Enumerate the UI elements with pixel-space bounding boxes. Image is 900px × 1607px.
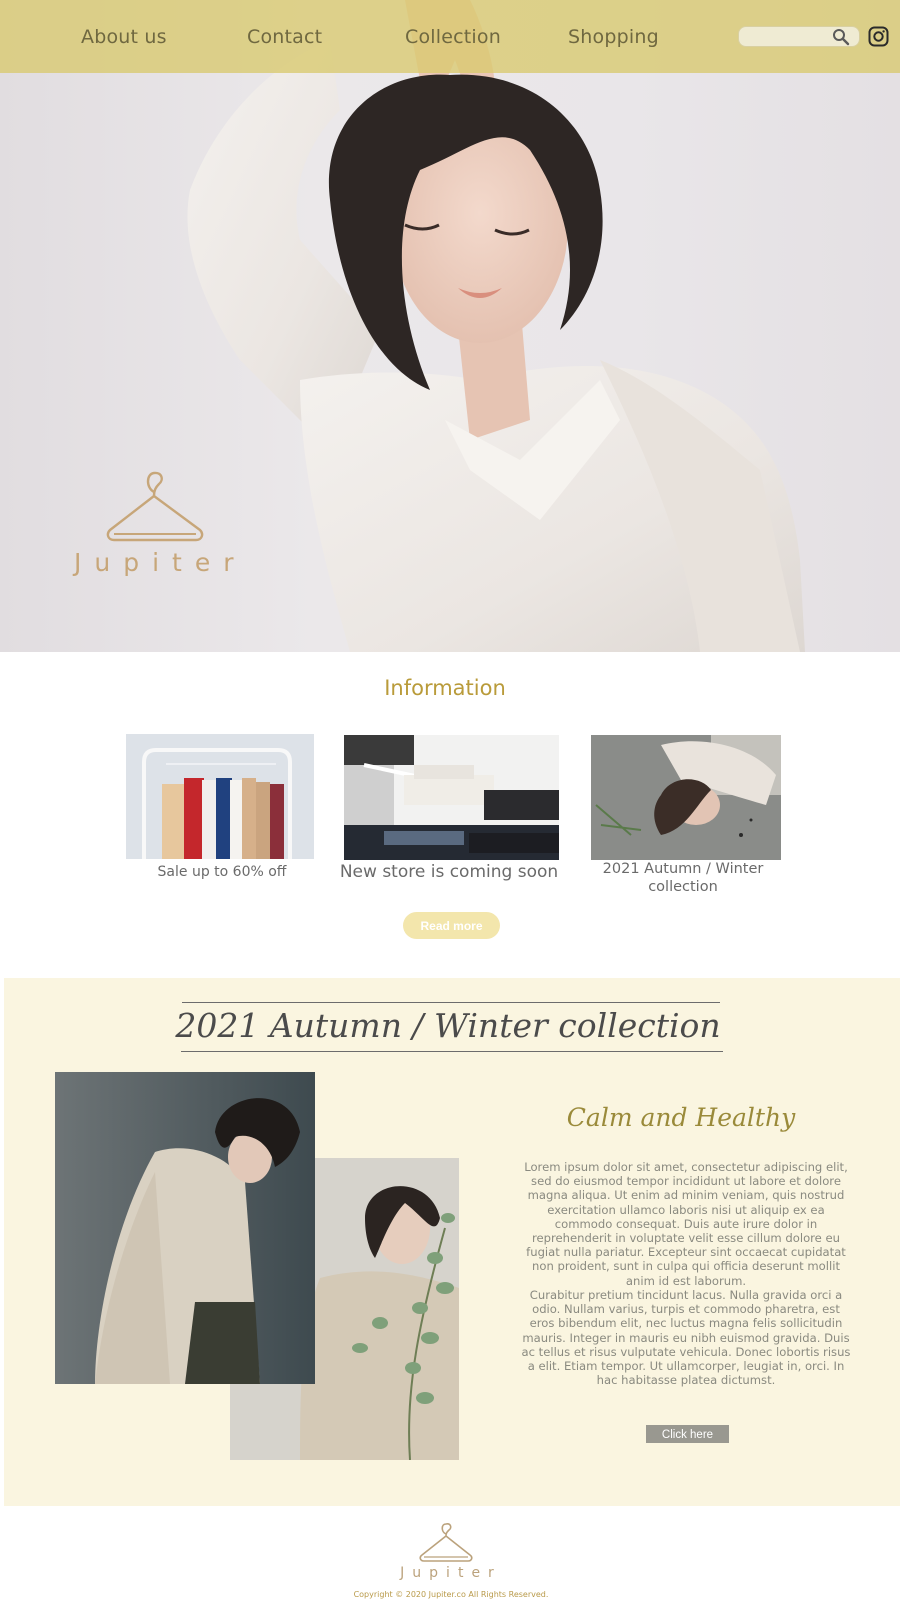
information-title: Information xyxy=(384,676,506,700)
title-rule-top xyxy=(182,1002,720,1003)
footer-brand-name: Jupiter xyxy=(400,1565,502,1581)
search-input[interactable] xyxy=(745,27,831,46)
nav-collection[interactable]: Collection xyxy=(405,26,501,48)
collection-paragraph-1: Lorem ipsum dolor sit amet, consectetur … xyxy=(524,1160,848,1288)
hero-banner: About us Contact Collection Shopping Jup… xyxy=(0,0,900,652)
nav-about-us[interactable]: About us xyxy=(81,26,167,48)
brand-name: Jupiter xyxy=(74,548,247,577)
collection-photo-cardigan xyxy=(55,1072,315,1384)
title-rule-bottom xyxy=(181,1051,723,1052)
search-box xyxy=(738,26,860,47)
lying-woman-image xyxy=(591,735,781,860)
click-here-button[interactable]: Click here xyxy=(646,1425,729,1443)
top-nav: About us Contact Collection Shopping xyxy=(0,0,900,73)
hanger-icon xyxy=(106,471,204,542)
collection-paragraph-2: Curabitur pretium tincidunt lacus. Nulla… xyxy=(521,1288,851,1388)
clothing-rack-image xyxy=(126,734,314,859)
info-card-image-sale[interactable] xyxy=(126,734,314,859)
read-more-button[interactable]: Read more xyxy=(403,912,500,939)
search-icon[interactable] xyxy=(832,28,850,46)
footer-copyright: Copyright © 2020 Jupiter.co All Rights R… xyxy=(353,1590,549,1599)
store-shelves-image xyxy=(344,735,559,860)
nav-contact[interactable]: Contact xyxy=(247,26,322,48)
collection-title: 2021 Autumn / Winter collection xyxy=(175,1006,721,1045)
instagram-icon[interactable] xyxy=(868,26,889,47)
info-card-caption-sale: Sale up to 60% off xyxy=(157,864,287,880)
info-card-image-collection[interactable] xyxy=(591,735,781,860)
info-card-caption-collection: 2021 Autumn / Winter collection xyxy=(602,861,764,895)
woman-cardigan-image xyxy=(55,1072,315,1384)
footer-hanger-icon xyxy=(419,1523,473,1562)
info-card-image-new-store[interactable] xyxy=(344,735,559,860)
nav-shopping[interactable]: Shopping xyxy=(568,26,659,48)
info-card-caption-new-store: New store is coming soon xyxy=(339,862,559,882)
collection-subtitle: Calm and Healthy xyxy=(566,1103,796,1132)
